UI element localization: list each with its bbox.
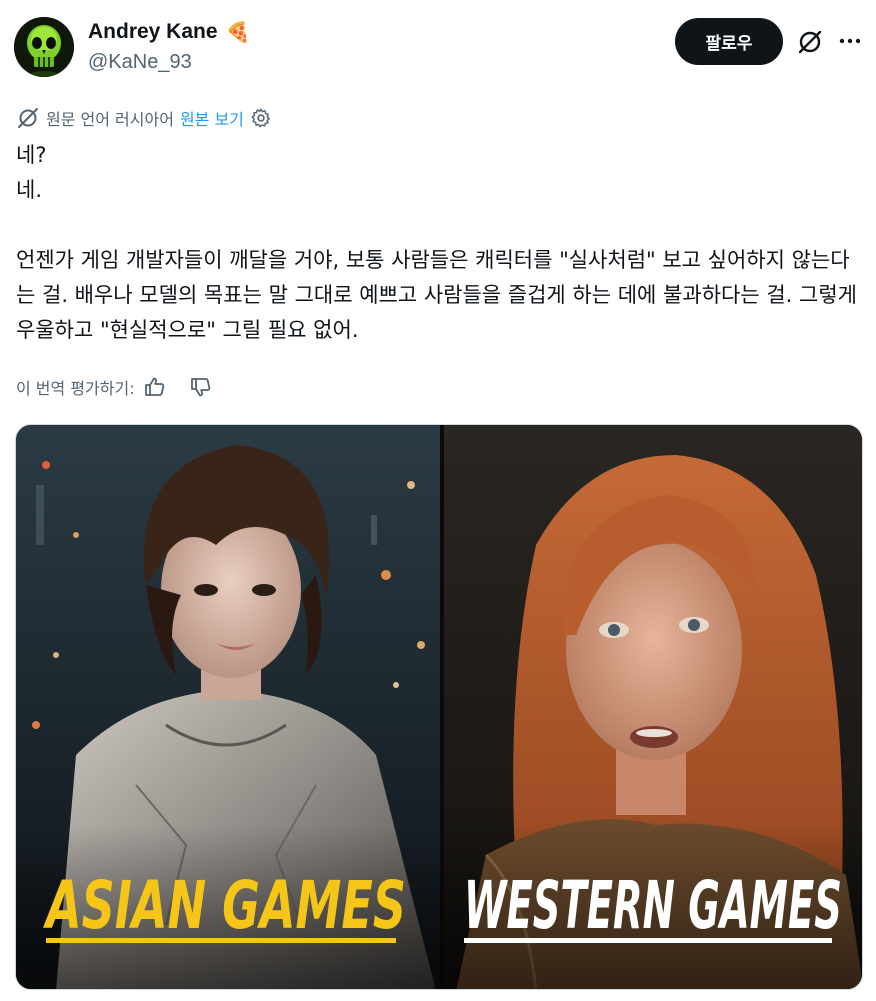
tweet-media-image[interactable]: ASIAN GAMES WESTERN GAMES: [15, 424, 863, 990]
follow-button[interactable]: 팔로우: [675, 18, 783, 65]
rate-translation-row: 이 번역 평가하기:: [16, 373, 213, 401]
thumbs-down-icon[interactable]: [189, 375, 213, 399]
display-name[interactable]: Andrey Kane: [88, 20, 218, 44]
grok-translate-icon: [18, 108, 38, 128]
more-dots-icon[interactable]: [837, 30, 863, 52]
grok-icon[interactable]: [796, 28, 824, 56]
pizza-emoji-icon: 🍕: [225, 20, 251, 44]
gear-icon[interactable]: [250, 107, 272, 129]
tweet-text: 네? 네. 언젠가 게임 개발자들이 깨달을 거야, 보통 사람들은 캐릭터를 …: [16, 138, 866, 348]
left-caption: ASIAN GAMES: [43, 867, 406, 944]
tweet: Andrey Kane 🍕 @KaNe_93 팔로우 원문 언어 러시아어 원본…: [0, 0, 876, 1001]
view-original-link[interactable]: 원본 보기: [180, 106, 244, 130]
avatar[interactable]: [14, 17, 74, 77]
comparison-image: ASIAN GAMES WESTERN GAMES: [16, 425, 862, 989]
rate-translation-label: 이 번역 평가하기:: [16, 379, 135, 398]
text-paragraph: 언젠가 게임 개발자들이 깨달을 거야, 보통 사람들은 캐릭터를 "실사처럼"…: [16, 248, 857, 342]
author-handle[interactable]: @KaNe_93: [88, 51, 192, 74]
right-caption: WESTERN GAMES: [464, 867, 842, 944]
text-line-2: 네.: [16, 178, 42, 202]
thumbs-up-icon[interactable]: [143, 375, 167, 399]
translation-source-text: 원문 언어 러시아어: [46, 110, 174, 129]
skull-icon: [14, 17, 74, 77]
author-name-row: Andrey Kane 🍕: [88, 20, 250, 44]
text-line-1: 네?: [16, 143, 47, 167]
translation-row: 원문 언어 러시아어 원본 보기: [16, 105, 272, 131]
